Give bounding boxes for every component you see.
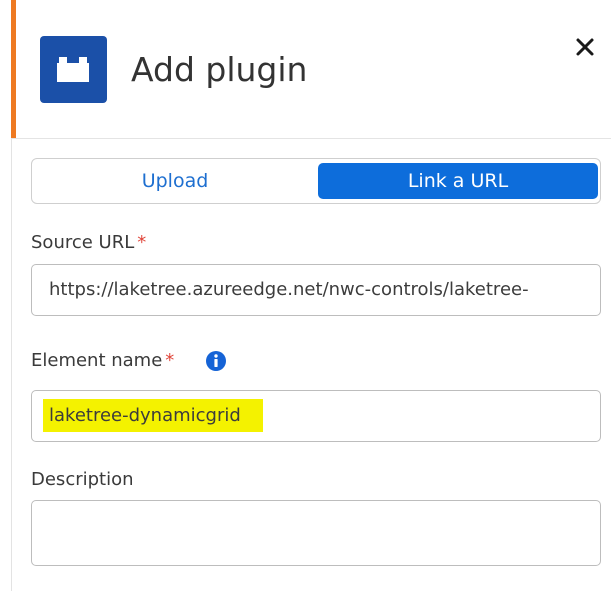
- element-name-value: laketree-dynamicgrid: [43, 399, 263, 432]
- add-plugin-dialog: Add plugin Upload Link a URL Source URL *…: [0, 0, 611, 591]
- tab-link-a-url[interactable]: Link a URL: [318, 163, 598, 199]
- source-tabs: Upload Link a URL: [31, 158, 601, 204]
- accent-bar: [11, 0, 16, 138]
- source-url-label: Source URL *: [31, 231, 146, 255]
- element-name-label: Element name *: [31, 349, 174, 373]
- description-input[interactable]: [31, 500, 601, 566]
- source-url-input[interactable]: https://laketree.azureedge.net/nwc-contr…: [31, 264, 601, 316]
- required-marker: *: [137, 232, 147, 253]
- dialog-title: Add plugin: [131, 50, 308, 89]
- required-marker: *: [165, 350, 175, 371]
- element-name-input[interactable]: laketree-dynamicgrid: [31, 390, 601, 442]
- close-icon: [576, 38, 594, 56]
- panel-left-border: [11, 138, 12, 591]
- tab-upload[interactable]: Upload: [36, 163, 314, 199]
- info-icon[interactable]: [205, 350, 227, 372]
- plugin-block-icon: [40, 36, 107, 103]
- source-url-label-text: Source URL: [31, 232, 135, 253]
- element-name-highlight: laketree-dynamicgrid: [43, 399, 263, 432]
- header-divider: [11, 138, 611, 139]
- source-url-value: https://laketree.azureedge.net/nwc-contr…: [49, 279, 529, 300]
- close-button[interactable]: [568, 30, 602, 64]
- description-label: Description: [31, 469, 134, 490]
- element-name-label-text: Element name: [31, 350, 163, 371]
